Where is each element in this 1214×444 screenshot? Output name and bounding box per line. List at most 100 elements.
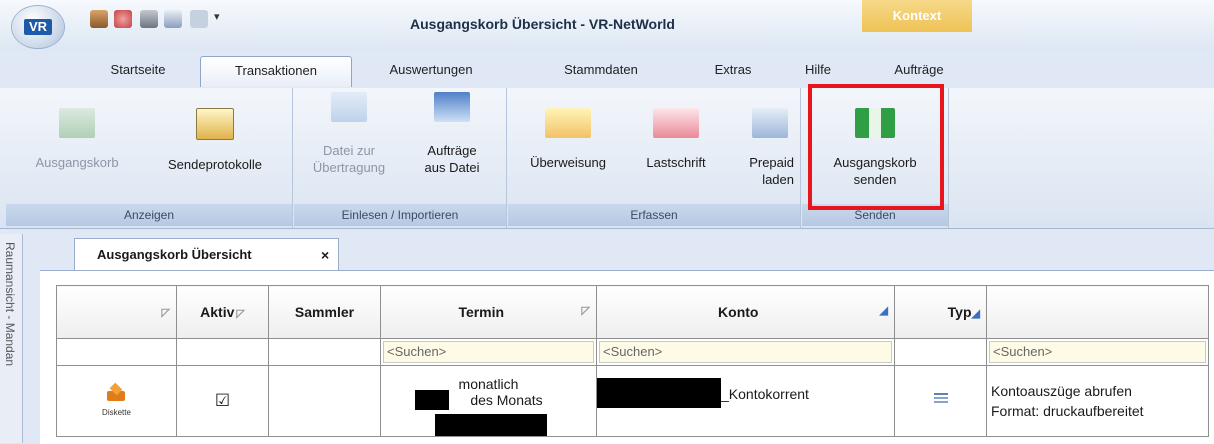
disabled-toolbar-icon — [190, 10, 208, 28]
termin-cell: monatlich des Monats — [380, 365, 597, 437]
user-icon[interactable] — [90, 10, 108, 28]
lastschrift-label: Lastschrift — [646, 155, 706, 170]
datei-uebertragung-label-1: Datei zur — [322, 143, 376, 158]
termin-text-2: des Monats — [470, 392, 543, 408]
header-aktiv-label: Aktiv — [200, 304, 235, 320]
column-header-konto[interactable]: ◢ Konto — [596, 285, 895, 339]
search-cell-empty — [268, 338, 381, 366]
typ-cell — [894, 365, 987, 437]
tab-hilfe[interactable]: Hilfe — [788, 56, 848, 86]
tab-auswertungen[interactable]: Auswertungen — [356, 56, 506, 86]
ueberweisung-button[interactable]: Überweisung — [516, 108, 620, 171]
beschreibung-line-1: Kontoauszüge abrufen — [991, 383, 1132, 399]
file-import-arrow-icon — [331, 92, 367, 122]
sort-icon[interactable]: ◢ — [972, 308, 980, 320]
sort-icon[interactable]: ◢ — [880, 304, 888, 317]
transfer-form-icon — [545, 108, 591, 138]
prepaid-laden-button[interactable]: Prepaid laden — [728, 108, 794, 188]
diskette-cell: Diskette — [56, 365, 177, 437]
window-title: Ausgangskorb Übersicht - VR-NetWorld — [410, 16, 675, 32]
filter-icon[interactable]: ◸ — [236, 308, 244, 320]
search-cell-empty — [176, 338, 269, 366]
sendeprotokolle-label: Sendeprotokolle — [168, 157, 262, 172]
document-tab[interactable]: Ausgangskorb Übersicht × — [74, 238, 339, 270]
settings-icon[interactable] — [114, 10, 132, 28]
tab-startseite[interactable]: Startseite — [88, 56, 188, 86]
prepaid-label-1: Prepaid — [749, 155, 794, 170]
outbox-icon — [59, 108, 95, 138]
lastschrift-button[interactable]: Lastschrift — [628, 108, 724, 171]
group-einlesen: Datei zur Übertragung Aufträge aus Datei… — [294, 88, 507, 228]
sidebar-label: Raumansicht - Mandan — [3, 242, 17, 367]
send-log-icon — [196, 108, 234, 140]
beschreibung-line-2: Format: druckaufbereitet — [991, 403, 1144, 419]
task-list-icon — [933, 392, 948, 407]
ausgangskorb-button[interactable]: Ausgangskorb — [12, 108, 142, 171]
prepaid-phone-icon — [752, 108, 788, 138]
print-icon[interactable] — [140, 10, 158, 28]
konto-search-input[interactable]: <Suchen> — [599, 341, 892, 363]
ribbon: Ausgangskorb Sendeprotokolle Anzeigen Da… — [0, 88, 1214, 229]
content-area: ◸ Aktiv ◸ Sammler ◸ Termin ◢ Konto Typ◢ <Su… — [40, 270, 1214, 444]
context-tab[interactable]: Kontext — [862, 0, 972, 32]
close-icon[interactable]: × — [321, 247, 329, 263]
search-cell-beschreibung: <Suchen> — [986, 338, 1209, 366]
redaction-bar — [415, 390, 449, 410]
group-label-anzeigen: Anzeigen — [6, 204, 292, 226]
redaction-bar — [597, 378, 721, 408]
diskette-icon — [105, 382, 129, 405]
column-header-sammler[interactable]: Sammler — [268, 285, 381, 339]
filter-icon[interactable]: ◸ — [162, 306, 170, 319]
column-header-icon[interactable]: ◸ — [56, 285, 177, 339]
prepaid-label-2: laden — [762, 172, 794, 187]
termin-search-input[interactable]: <Suchen> — [383, 341, 594, 363]
aktiv-checkbox[interactable]: ☑ — [215, 391, 230, 410]
diskette-label: Diskette — [102, 408, 131, 417]
tab-stammdaten[interactable]: Stammdaten — [546, 56, 656, 86]
konto-cell: _Kontokorrent — [596, 365, 895, 437]
sidebar-raumansicht[interactable]: Raumansicht - Mandan — [0, 234, 23, 443]
termin-text-1: monatlich — [458, 376, 519, 392]
filter-icon[interactable]: ◸ — [582, 304, 590, 317]
group-label-erfassen: Erfassen — [508, 204, 800, 226]
tab-auftraege[interactable]: Aufträge — [874, 56, 964, 86]
ribbon-tabs: Startseite Transaktionen Auswertungen St… — [0, 50, 1214, 89]
column-header-termin[interactable]: ◸ Termin — [380, 285, 597, 339]
column-header-aktiv[interactable]: Aktiv ◸ — [176, 285, 269, 339]
search-cell-empty — [56, 338, 177, 366]
tab-extras[interactable]: Extras — [698, 56, 768, 86]
sendeprotokolle-button[interactable]: Sendeprotokolle — [142, 108, 288, 173]
header-termin-label: Termin — [458, 304, 505, 320]
group-label-einlesen: Einlesen / Importieren — [294, 204, 506, 226]
search-row: <Suchen> <Suchen> <Suchen> — [56, 338, 1209, 366]
column-header-typ[interactable]: Typ◢ — [894, 285, 987, 339]
header-row: ◸ Aktiv ◸ Sammler ◸ Termin ◢ Konto Typ◢ — [56, 285, 1209, 339]
header-sammler-label: Sammler — [294, 304, 355, 320]
datei-uebertragung-label-2: Übertragung — [312, 160, 386, 175]
datei-uebertragung-button[interactable]: Datei zur Übertragung — [300, 92, 398, 176]
group-anzeigen: Ausgangskorb Sendeprotokolle Anzeigen — [6, 88, 293, 228]
direct-debit-form-icon — [653, 108, 699, 138]
app-menu-button[interactable]: VR — [12, 6, 64, 48]
search-cell-konto: <Suchen> — [596, 338, 895, 366]
header-typ-label: Typ — [947, 304, 972, 320]
group-erfassen: Überweisung Lastschrift Prepaid laden Er… — [508, 88, 801, 228]
document-tab-label: Ausgangskorb Übersicht — [97, 247, 252, 262]
table-row[interactable]: Diskette ☑ monatlich des Monats _Kontoko… — [56, 365, 1209, 437]
aktiv-cell: ☑ — [176, 365, 269, 437]
beschreibung-search-input[interactable]: <Suchen> — [989, 341, 1206, 363]
beschreibung-cell: Kontoauszüge abrufen Format: druckaufber… — [986, 365, 1209, 437]
column-header-beschreibung[interactable] — [986, 285, 1209, 339]
ausgangskorb-label: Ausgangskorb — [35, 155, 119, 170]
print-preview-icon[interactable] — [164, 10, 182, 28]
order-import-arrow-icon — [434, 92, 470, 122]
auftraege-aus-datei-label-1: Aufträge — [427, 143, 477, 158]
tab-transaktionen[interactable]: Transaktionen — [200, 56, 352, 87]
title-bar: VR ▾ Ausgangskorb Übersicht - VR-NetWorl… — [0, 0, 1214, 50]
quick-access-dropdown-icon[interactable]: ▾ — [214, 10, 224, 28]
search-cell-termin: <Suchen> — [380, 338, 597, 366]
auftraege-aus-datei-button[interactable]: Aufträge aus Datei — [402, 92, 502, 176]
header-konto-label: Konto — [718, 304, 759, 320]
ueberweisung-label: Überweisung — [530, 155, 606, 170]
search-cell-empty — [894, 338, 987, 366]
